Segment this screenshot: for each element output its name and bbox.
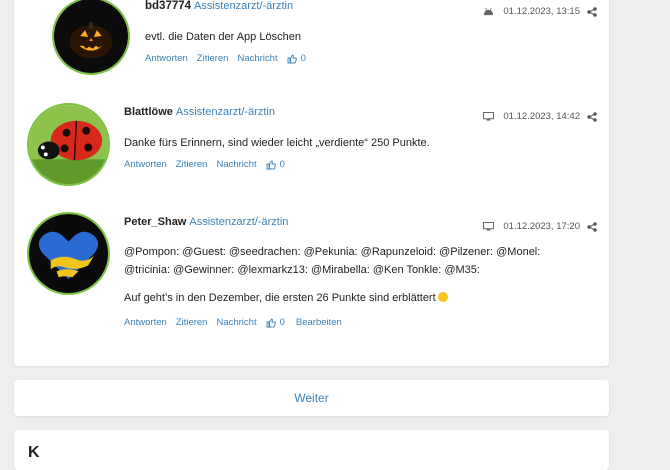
quote-link[interactable]: Zitieren [176,317,208,328]
post-text-line: Auf geht’s in den Dezember, die ersten 2… [124,292,436,304]
post-text-line-with-emoji: Auf geht’s in den Dezember, die ersten 2… [124,289,540,307]
reply-link[interactable]: Antworten [124,159,167,170]
post-content: Danke fürs Erinnern, sind wieder leicht … [124,135,430,151]
share-icon[interactable] [587,221,597,232]
ukraine-heart-avatar-image [29,214,108,293]
post-actions: Antworten Zitieren Nachricht 0 [145,53,317,64]
like-count: 0 [300,53,306,64]
post-meta: 01.12.2023, 17:20 [483,221,597,232]
post-content: evtl. die Daten der App Löschen [145,29,301,45]
next-page-link[interactable]: Weiter [294,391,328,405]
ladybug-avatar-image [29,105,108,184]
post-text-line: @tricinia: @Gewinner: @lexmarkz13: @Mira… [124,264,480,276]
thumbs-up-icon[interactable] [287,54,297,64]
post-actions: Antworten Zitieren Nachricht 0 Bearbeite… [124,317,351,328]
author-line: bd37774 Assistenzarzt/-ärztin [145,0,293,12]
avatar-blattloewe[interactable] [27,103,110,186]
reply-link[interactable]: Antworten [124,317,167,328]
post-text-line: @Pompon: @Guest: @seedrachen: @Pekunia: … [124,246,541,258]
desktop-icon [483,222,495,231]
post-datetime: 01.12.2023, 17:20 [503,221,580,232]
next-section-card: K [14,430,609,470]
like-count: 0 [279,317,285,328]
edit-link[interactable]: Bearbeiten [296,317,342,328]
message-link[interactable]: Nachricht [216,317,256,328]
comments-card: bd37774 Assistenzarzt/-ärztin 01.12.2023,… [14,0,609,366]
smiley-emoji-icon [437,292,448,302]
post-actions: Antworten Zitieren Nachricht 0 [124,159,296,170]
share-icon[interactable] [587,6,597,17]
like-count: 0 [279,159,285,170]
avatar-peter-shaw[interactable] [27,212,110,295]
author-line: Blattlöwe Assistenzarzt/-ärztin [124,106,275,118]
post-content: @Pompon: @Guest: @seedrachen: @Pekunia: … [124,243,540,307]
share-icon[interactable] [587,111,597,122]
thumbs-up-icon[interactable] [266,160,276,170]
author-line: Peter_Shaw Assistenzarzt/-ärztin [124,216,288,228]
message-link[interactable]: Nachricht [216,159,256,170]
avatar-bd37774[interactable] [52,0,130,75]
author-role[interactable]: Assistenzarzt/-ärztin [189,216,288,228]
quote-link[interactable]: Zitieren [176,159,208,170]
android-icon [484,7,494,16]
author-name[interactable]: Blattlöwe [124,106,173,118]
pagination-card: Weiter [14,380,609,416]
thumbs-up-icon[interactable] [266,318,276,328]
desktop-icon [483,112,495,121]
author-role[interactable]: Assistenzarzt/-ärztin [176,106,275,118]
pumpkin-avatar-image [54,0,128,73]
author-role[interactable]: Assistenzarzt/-ärztin [194,0,293,12]
post-text-line: Danke fürs Erinnern, sind wieder leicht … [124,137,430,149]
post-datetime: 01.12.2023, 13:15 [503,6,580,17]
quote-link[interactable]: Zitieren [197,53,229,64]
post-meta: 01.12.2023, 14:42 [483,111,597,122]
reply-link[interactable]: Antworten [145,53,188,64]
post-text-line: evtl. die Daten der App Löschen [145,31,301,43]
author-name[interactable]: Peter_Shaw [124,216,186,228]
post-datetime: 01.12.2023, 14:42 [503,111,580,122]
section-title: K [28,444,40,461]
message-link[interactable]: Nachricht [237,53,277,64]
post-meta: 01.12.2023, 13:15 [483,6,597,17]
author-name[interactable]: bd37774 [145,0,191,12]
